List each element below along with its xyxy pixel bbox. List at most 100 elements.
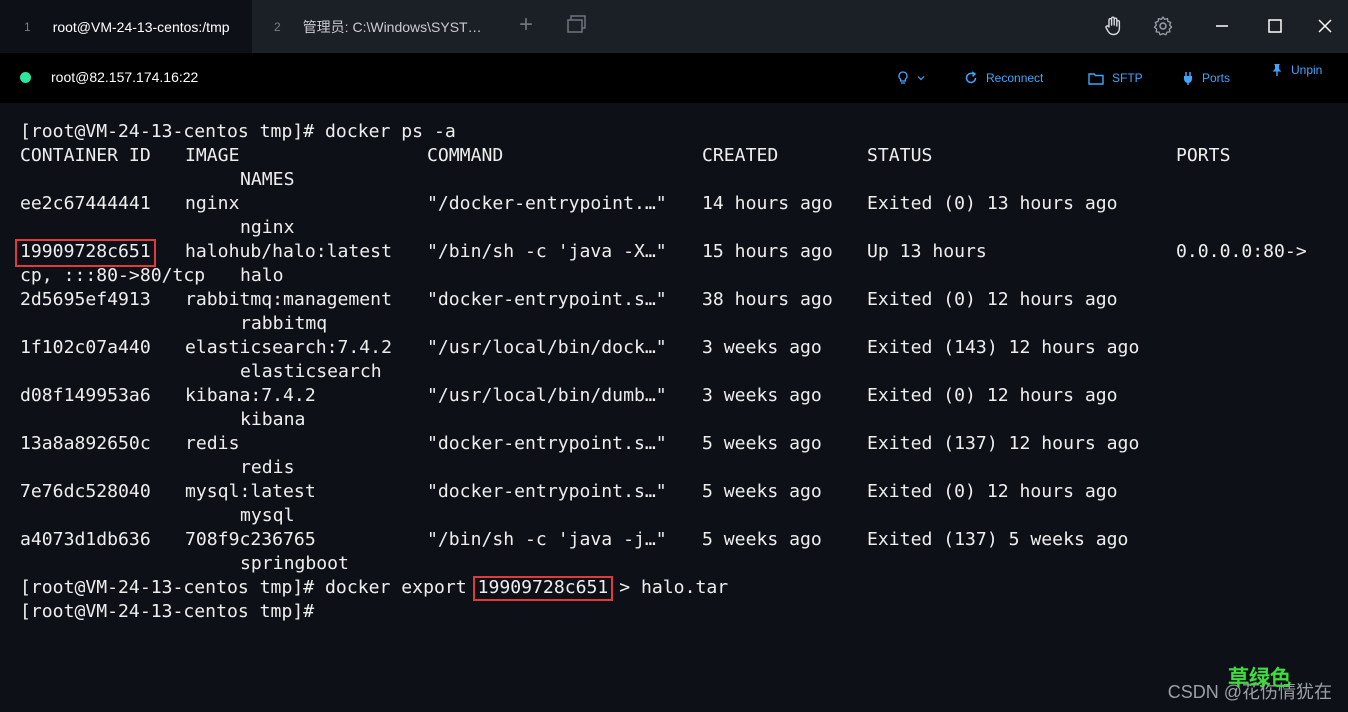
command-text: docker export — [325, 577, 467, 598]
cell-command: "/usr/local/bin/dumb…" — [427, 385, 667, 406]
terminal-output[interactable]: [root@VM-24-13-centos tmp]# docker ps -a… — [20, 120, 1340, 624]
header-ports: PORTS — [1176, 145, 1231, 166]
cell-command: "/docker-entrypoint.…" — [427, 193, 667, 214]
cell-command: "docker-entrypoint.s…" — [427, 481, 667, 502]
close-button[interactable] — [1311, 12, 1339, 40]
minimize-icon — [1216, 25, 1228, 27]
new-tab-button[interactable]: + — [514, 13, 538, 38]
tab-label: root@VM-24-13-centos:/tmp — [52, 18, 230, 35]
table-row-wrap: springboot — [20, 552, 1340, 576]
cell-command: "docker-entrypoint.s…" — [427, 433, 667, 454]
cell-status: Exited (0) 12 hours ago — [867, 289, 1118, 310]
table-header-wrap: NAMES — [20, 168, 1340, 192]
cell-container-id: a4073d1db636 — [20, 529, 151, 550]
reconnect-button[interactable]: Reconnect — [964, 69, 1043, 87]
cell-status: Up 13 hours — [867, 241, 987, 262]
ports-button[interactable]: Ports — [1182, 69, 1230, 87]
table-row-wrap: nginx — [20, 216, 1340, 240]
cell-image: redis — [185, 433, 240, 454]
tab-number: 2 — [274, 19, 281, 34]
cell-status: Exited (137) 12 hours ago — [867, 433, 1140, 454]
cell-status: Exited (137) 5 weeks ago — [867, 529, 1129, 550]
unpin-button[interactable]: Unpin — [1271, 61, 1322, 79]
maximize-button[interactable] — [1261, 12, 1289, 40]
table-row: ee2c67444441 nginx "/docker-entrypoint.…" 1… — [20, 192, 1340, 216]
table-row-wrap: kibana — [20, 408, 1340, 432]
command-text: docker ps -a — [325, 121, 456, 142]
reconnect-icon — [965, 71, 977, 84]
cell-names: kibana — [240, 409, 306, 430]
cell-ports: 0.0.0.0:80-> — [1176, 241, 1307, 262]
watermark-overlay: 草绿色 — [1228, 667, 1291, 690]
cell-command: "/bin/sh -c 'java -j…" — [427, 529, 667, 550]
terminal-line: [root@VM-24-13-centos tmp]# docker ps -a — [20, 120, 1340, 144]
cell-created: 15 hours ago — [702, 241, 833, 262]
cell-created: 38 hours ago — [702, 289, 833, 310]
shell-prompt: [root@VM-24-13-centos tmp]# — [20, 121, 315, 142]
pin-icon — [1272, 64, 1282, 76]
close-icon — [1318, 19, 1332, 33]
chevron-down-icon — [917, 76, 925, 81]
table-row: 1f102c07a440 elasticsearch:7.4.2 "/usr/loc… — [20, 336, 1340, 360]
drag-window-button[interactable] — [1100, 12, 1128, 40]
cell-names: mysql — [240, 505, 295, 526]
sftp-button[interactable]: SFTP — [1088, 69, 1143, 87]
cell-container-id: d08f149953a6 — [20, 385, 151, 406]
settings-button[interactable] — [1149, 12, 1177, 40]
cell-names: rabbitmq — [240, 313, 328, 334]
sftp-label: SFTP — [1112, 71, 1143, 85]
session-host: root@82.157.174.16:22 — [51, 69, 199, 85]
tab-session-2[interactable]: 2 管理员: C:\Windows\SYSTEM32\cmd.exe — [256, 0, 500, 53]
tabs-icon — [567, 15, 586, 33]
cell-image: nginx — [185, 193, 240, 214]
header-image: IMAGE — [185, 145, 240, 166]
lightbulb-icon — [898, 71, 908, 84]
reconnect-label: Reconnect — [986, 71, 1044, 85]
cell-image: halohub/halo:latest — [185, 241, 392, 262]
table-row: d08f149953a6 kibana:7.4.2 "/usr/local/bin/… — [20, 384, 1340, 408]
header-container-id: CONTAINER ID — [20, 145, 151, 166]
cell-names: elasticsearch — [240, 361, 382, 382]
session-bar: root@82.157.174.16:22 Reconnect SFTP Por… — [0, 53, 1348, 103]
cell-image: rabbitmq:management — [185, 289, 392, 310]
terminal-line: [root@VM-24-13-centos tmp]# — [20, 600, 1340, 624]
gear-icon — [1153, 16, 1173, 36]
cell-container-id: 13a8a892650c — [20, 433, 151, 454]
tab-number: 1 — [24, 19, 31, 34]
command-line: [root@VM-24-13-centos tmp]# docker expor… — [20, 576, 728, 600]
header-command: COMMAND — [427, 145, 504, 166]
highlight-box — [15, 239, 156, 267]
cell-command: "/bin/sh -c 'java -X…" — [427, 241, 667, 262]
cell-image: elasticsearch:7.4.2 — [185, 337, 392, 358]
tab-bar: 1 root@VM-24-13-centos:/tmp 2 管理员: C:\Wi… — [0, 0, 1348, 53]
highlight-box — [472, 576, 614, 601]
cell-container-id: 2d5695ef4913 — [20, 289, 151, 310]
tab-overview-button[interactable] — [566, 14, 588, 36]
table-row: 7e76dc528040 mysql:latest "docker-entrypoi… — [20, 480, 1340, 504]
table-row-wrap: mysql — [20, 504, 1340, 528]
cell-status: Exited (0) 12 hours ago — [867, 481, 1118, 502]
hint-dropdown-button[interactable] — [897, 69, 925, 87]
tab-session-1[interactable]: 1 root@VM-24-13-centos:/tmp — [0, 0, 252, 53]
cell-created: 3 weeks ago — [702, 385, 822, 406]
cell-created: 5 weeks ago — [702, 529, 822, 550]
maximize-icon — [1268, 19, 1282, 33]
ports-label: Ports — [1202, 71, 1231, 85]
cell-container-id: ee2c67444441 — [20, 193, 151, 214]
table-row-wrap: redis — [20, 456, 1340, 480]
cell-created: 3 weeks ago — [702, 337, 822, 358]
table-header: CONTAINER ID IMAGE COMMAND CREATED STATU… — [20, 144, 1340, 168]
header-created: CREATED — [702, 145, 779, 166]
table-row-wrap: elasticsearch — [20, 360, 1340, 384]
cell-command: "docker-entrypoint.s…" — [427, 289, 667, 310]
cell-names: nginx — [240, 217, 295, 238]
minimize-button[interactable] — [1208, 12, 1236, 40]
tab-label: 管理员: C:\Windows\SYSTEM32\cmd.exe — [302, 18, 489, 35]
cell-created: 14 hours ago — [702, 193, 833, 214]
shell-prompt: [root@VM-24-13-centos tmp]# — [20, 601, 315, 622]
cell-ports-wrap: cp, :::80->80/tcp — [20, 265, 206, 286]
table-row-wrap: cp, :::80->80/tcp halo — [20, 264, 1340, 288]
plug-icon — [1184, 71, 1192, 85]
cell-image: kibana:7.4.2 — [185, 385, 316, 406]
cell-names: redis — [240, 457, 295, 478]
